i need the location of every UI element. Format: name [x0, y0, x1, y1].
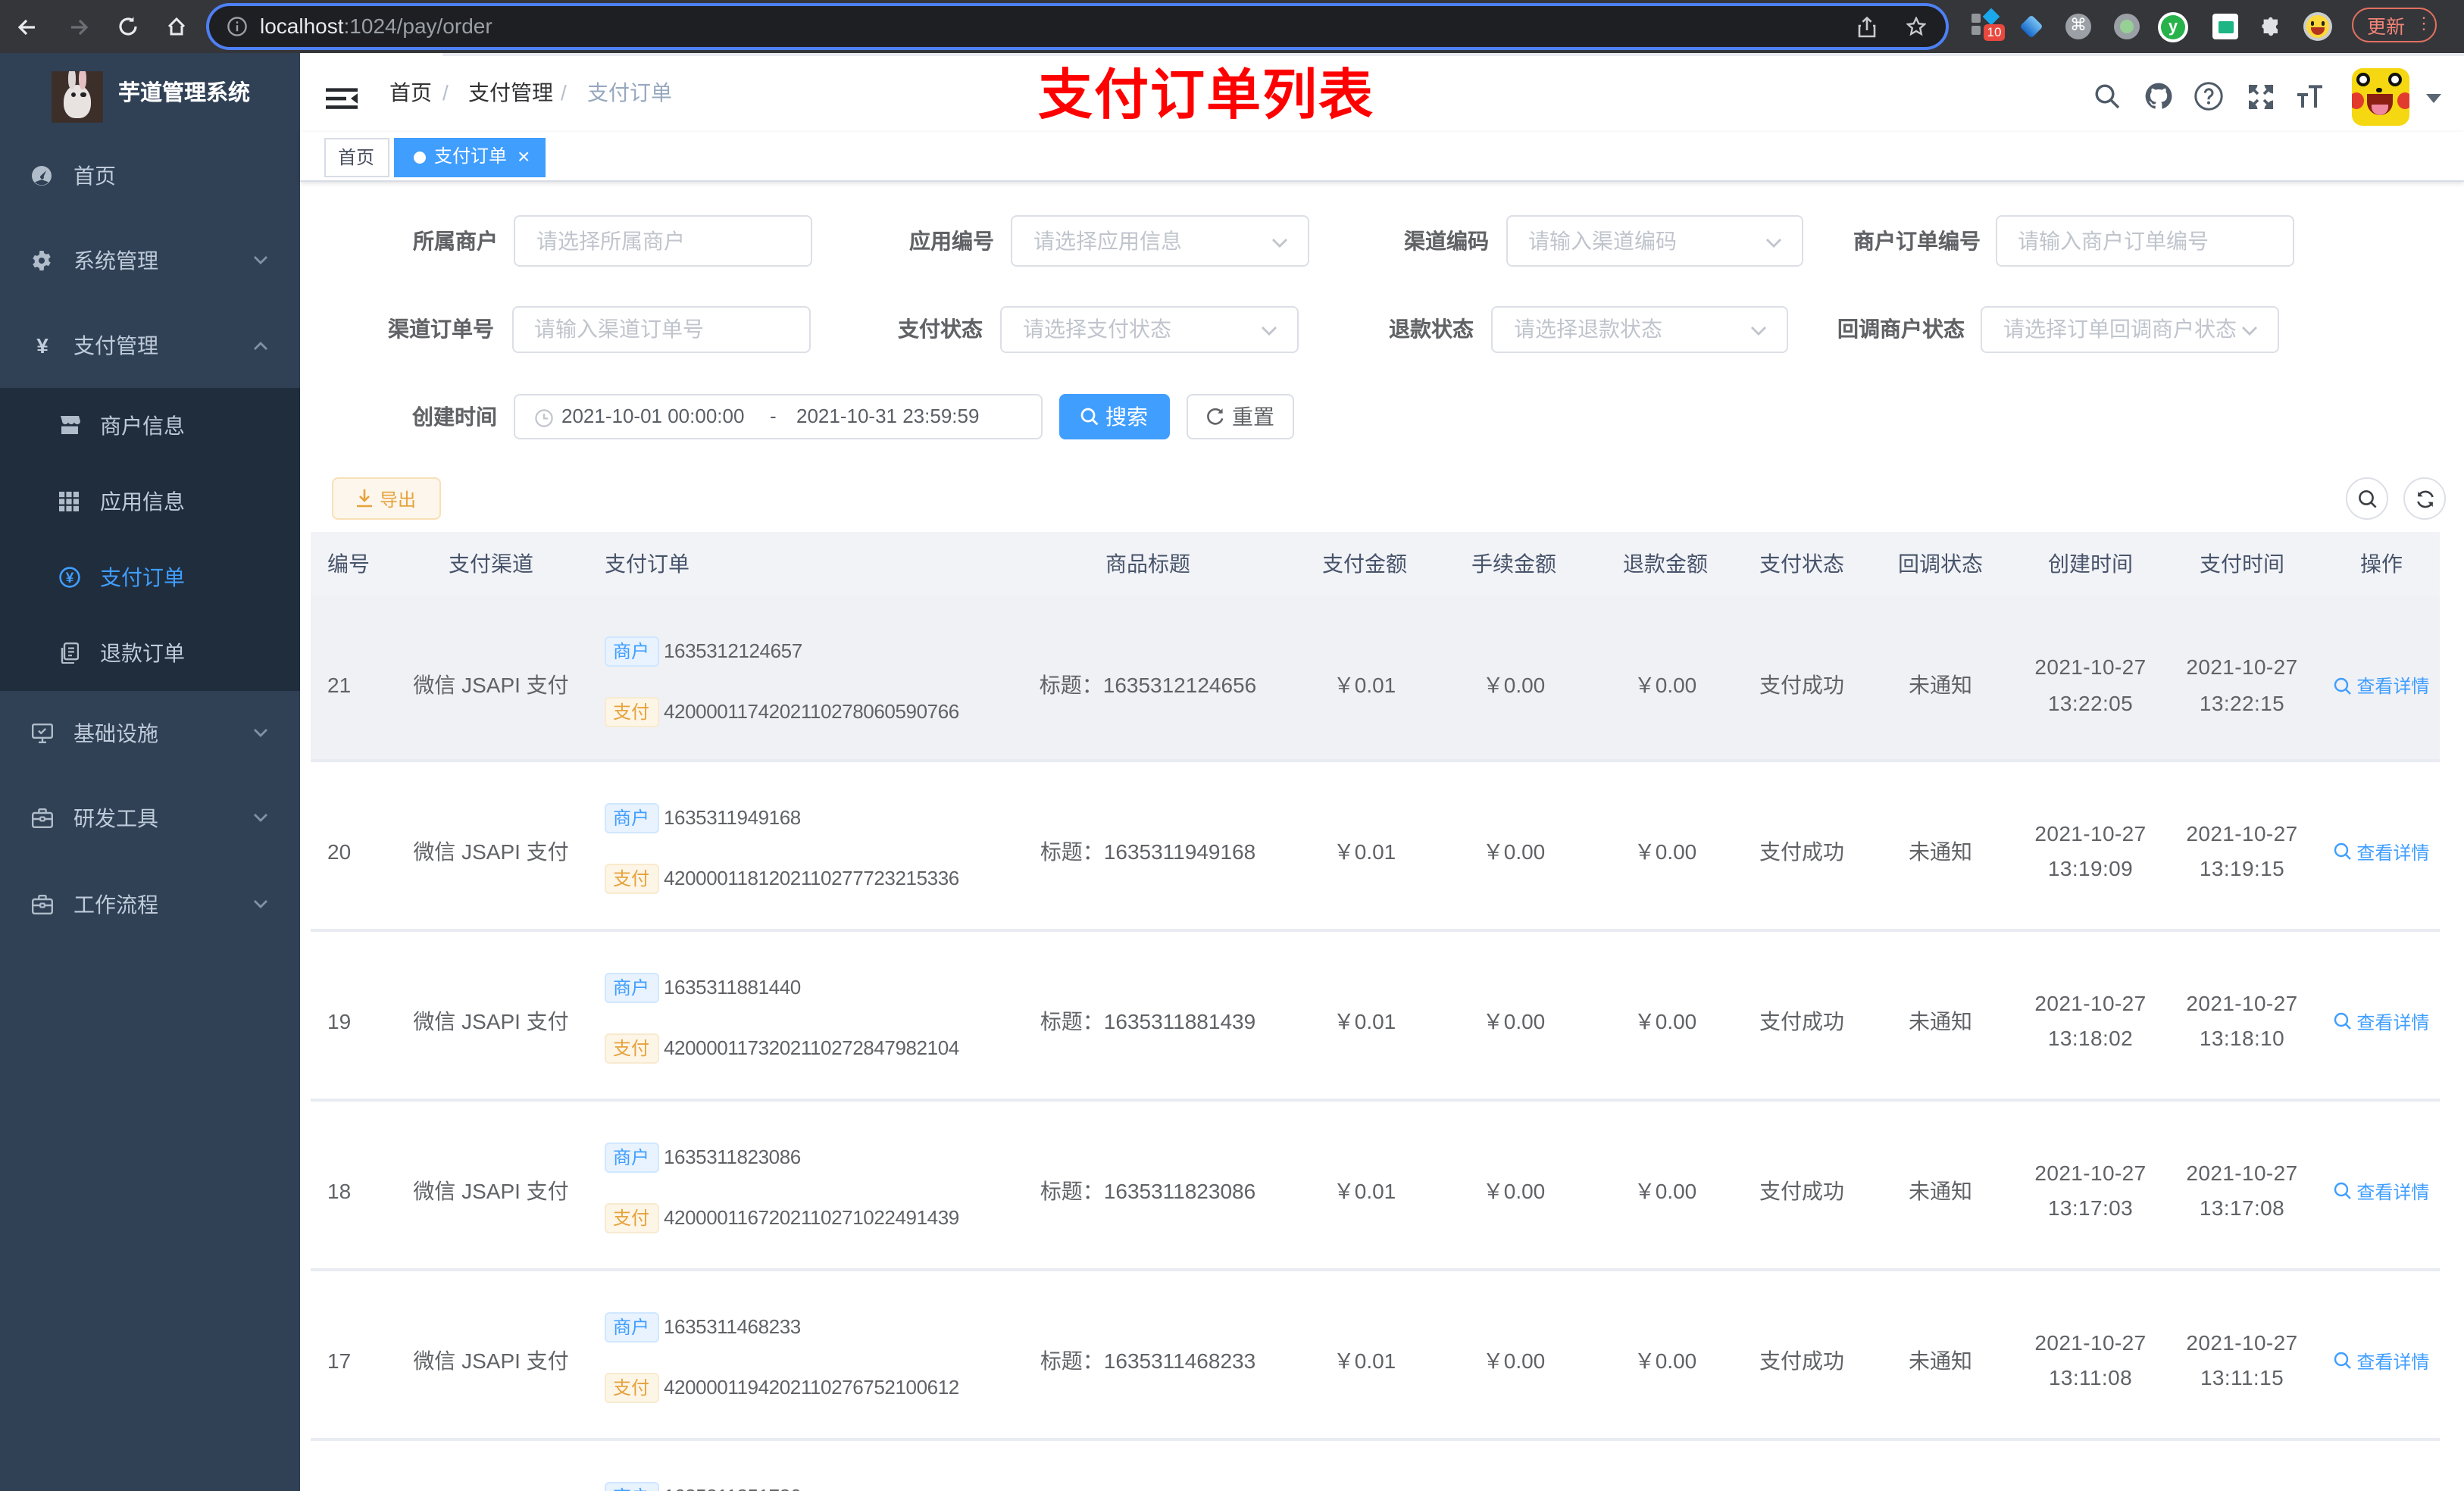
svg-text:¥: ¥ — [36, 335, 48, 356]
svg-text:¥: ¥ — [66, 570, 74, 586]
